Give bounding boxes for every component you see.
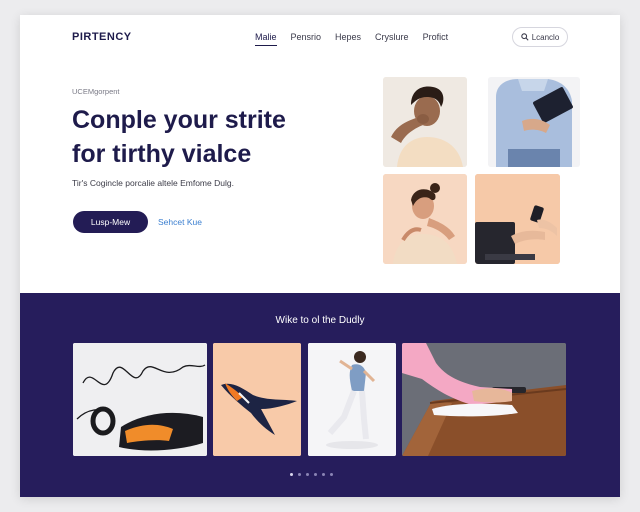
carousel-dot[interactable] <box>306 473 309 476</box>
hero-photo-man-tablet <box>488 77 580 167</box>
nav-item-1[interactable]: Malie <box>255 32 277 46</box>
search-button-label: Lcanclo <box>531 32 560 42</box>
search-button[interactable]: Lcanclo <box>512 27 568 47</box>
bird-object-illustration <box>213 343 301 456</box>
search-icon <box>520 33 529 41</box>
gallery-section: Wike to ol the Dudly <box>20 293 620 497</box>
gallery-title: Wike to ol the Dudly <box>275 315 365 326</box>
hero-eyebrow: UCEMgorpent <box>72 87 120 96</box>
carousel-dot[interactable] <box>314 473 317 476</box>
landing-page: PIRTENCY Malie Pensrio Hepes Cryslure Pr… <box>20 15 620 497</box>
man-tablet-illustration <box>488 77 580 167</box>
hero-photo-laptop-phone <box>475 174 560 264</box>
carousel-dot[interactable] <box>322 473 325 476</box>
man-thinking-illustration <box>383 77 467 167</box>
secondary-link[interactable]: Sehcet Kue <box>158 217 202 227</box>
nav-item-5[interactable]: Profict <box>423 32 449 46</box>
gallery-card-2[interactable] <box>213 343 301 456</box>
nav-item-2[interactable]: Pensrio <box>291 32 322 46</box>
hero-title-line-2: for tirthy vialce <box>72 140 252 168</box>
carousel-dot[interactable] <box>298 473 301 476</box>
laptop-phone-illustration <box>475 174 560 264</box>
gallery-card-4[interactable] <box>402 343 566 456</box>
site-header: PIRTENCY Malie Pensrio Hepes Cryslure Pr… <box>20 15 620 63</box>
gallery-card-3[interactable] <box>308 343 396 456</box>
nav-item-4[interactable]: Cryslure <box>375 32 409 46</box>
carousel-dot[interactable] <box>330 473 333 476</box>
hero-title-line-1: Conple your strite <box>72 106 286 134</box>
hero-photo-woman <box>383 174 467 264</box>
carousel-dots <box>290 473 333 476</box>
site-logo[interactable]: PIRTENCY <box>72 31 132 43</box>
hero-photo-man-thinking <box>383 77 467 167</box>
main-nav: Malie Pensrio Hepes Cryslure Profict <box>255 32 448 46</box>
desk-hand-illustration <box>402 343 566 456</box>
dancing-woman-illustration <box>308 343 396 456</box>
nav-item-3[interactable]: Hepes <box>335 32 361 46</box>
hero-subtitle: Tir's Cogincle porcalie altele Emfome Du… <box>72 178 234 188</box>
hero-title: Conple your strite for tirthy vialce <box>72 103 362 171</box>
gallery-card-1[interactable] <box>73 343 207 456</box>
primary-cta-button[interactable]: Lusp-Mew <box>73 211 148 233</box>
carousel-dot[interactable] <box>290 473 293 476</box>
headphones-cable-illustration <box>73 343 207 456</box>
woman-illustration <box>383 174 467 264</box>
